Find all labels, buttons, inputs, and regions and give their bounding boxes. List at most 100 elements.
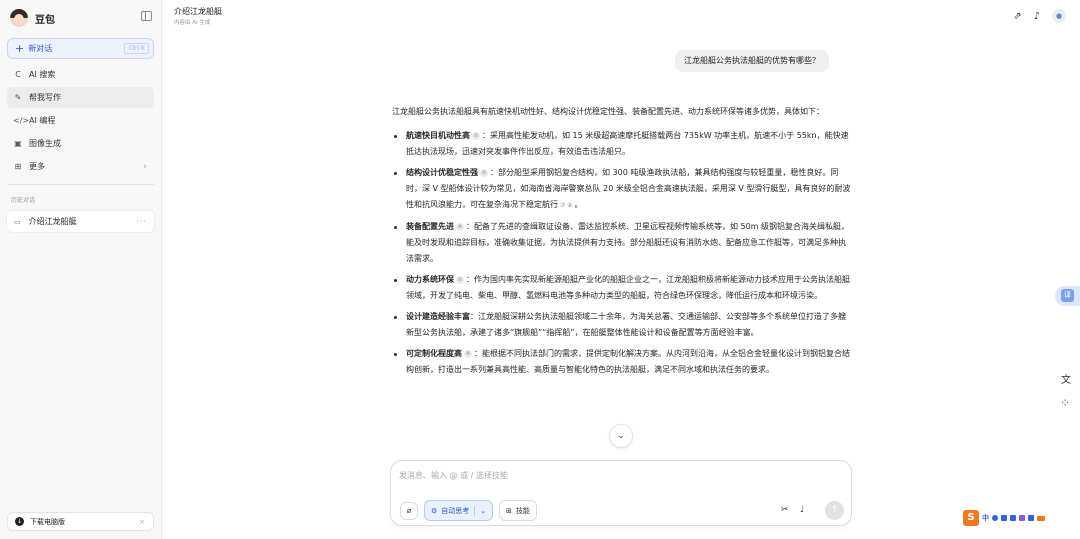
scissors-icon[interactable]: ✂ <box>781 505 789 515</box>
list-item: 可定制化程度高 ⑥ ：能根据不同执法部门的需求，提供定制化解决方案。从内河到沿海，从… <box>392 346 852 378</box>
history-label: 历史对话 <box>11 197 36 204</box>
ime-toolbar[interactable]: S 中 <box>963 509 1079 527</box>
item-text: ：江龙船艇深耕公务执法船艇领域二十余年，为海关总署、交通运输部、公安部等多个系统… <box>406 312 846 337</box>
history-item[interactable]: ▭ 介绍江龙船艇 ··· <box>7 211 154 232</box>
paperclip-icon: ⌀ <box>406 506 412 515</box>
page-title: 介绍江龙船艇 <box>174 7 222 16</box>
code-icon: </> <box>13 116 30 125</box>
list-item: 航速快目机动性高 ① ：采用高性能发动机，如 15 米级超高速摩托艇搭载两台 735… <box>392 128 852 160</box>
chevron-down-icon: ⌄ <box>480 506 487 515</box>
sidebar-item-label: AI 搜索 <box>29 70 56 79</box>
grid-icon: ⊞ <box>14 162 22 171</box>
citation-badge[interactable]: ③ <box>456 276 464 284</box>
separator <box>474 505 476 516</box>
assistant-answer: 江龙船艇公务执法船艇具有航速快机动性好、结构设计优稳定性强、装备配置先进、动力系… <box>392 104 852 383</box>
skills-label: 技能 <box>515 506 530 515</box>
item-tail: 。 <box>574 200 583 209</box>
microphone-icon[interactable]: ♩ <box>800 505 804 515</box>
skin-icon <box>1019 515 1025 521</box>
skills-button[interactable]: ⊞ 技能 <box>499 500 537 521</box>
sidebar-divider <box>7 184 154 185</box>
sidebar-nav: C AI 搜索 ✎ 帮我写作 </> AI 编程 ▣ 图像生成 ⊞ 更多 › <box>7 64 154 179</box>
user-question-bubble: 江龙船艇公务执法船艇的优势有哪些？ <box>675 50 829 72</box>
top-toolbar: ⇗ ♪ ● <box>1013 9 1066 23</box>
sidebar: 豆包 + 新对话 Ctrl K C AI 搜索 ✎ 帮我写作 </> AI 编程… <box>0 0 162 539</box>
sogou-logo-icon: S <box>963 510 979 526</box>
new-chat-label: 新对话 <box>28 44 53 53</box>
item-title: 动力系统环保 <box>406 275 454 284</box>
sidebar-item-label: AI 编程 <box>29 116 56 125</box>
item-title: 装备配置先进 <box>406 222 454 231</box>
auto-think-label: 自动思考 <box>441 506 470 515</box>
citation-badge[interactable]: ① <box>472 132 480 140</box>
attach-button[interactable]: ⌀ <box>400 502 418 520</box>
brand-avatar <box>10 9 28 27</box>
search-icon: C <box>15 70 21 79</box>
chevron-right-icon: › <box>143 161 147 172</box>
answer-list: 航速快目机动性高 ① ：采用高性能发动机，如 15 米级超高速摩托艇搭载两台 735… <box>392 128 852 378</box>
message-composer: 发消息、输入 @ 或 / 选择技能 ⌀ ⚙ 自动思考 ⌄ ⊞ 技能 ✂ ♩ ↑ <box>390 460 852 526</box>
item-text: ：配备了先进的查缉取证设备、雷达监控系统、卫星远程视频传输系统等，如 50m 级… <box>406 222 850 263</box>
scroll-down-button[interactable]: ⌄ <box>609 424 633 448</box>
grid-icon <box>1028 515 1034 521</box>
image-icon: ▣ <box>14 139 22 148</box>
translate-tool-icon[interactable]: 文 <box>1061 371 1071 386</box>
list-item: 设计建造经验丰富：江龙船艇深耕公务执法船艇领域二十余年，为海关总署、交通运输部、… <box>392 309 852 341</box>
close-icon[interactable]: × <box>139 518 145 526</box>
sidebar-item-label: 图像生成 <box>29 139 61 148</box>
brand-name: 豆包 <box>35 14 55 26</box>
send-button[interactable]: ↑ <box>825 501 844 520</box>
keyboard-icon <box>1010 515 1016 521</box>
share-icon[interactable]: ⇗ <box>1013 11 1021 22</box>
user-avatar[interactable]: ● <box>1052 9 1066 23</box>
dots-grid-icon[interactable]: ⁘ <box>1060 396 1070 410</box>
sidebar-collapse-icon[interactable] <box>141 11 152 21</box>
item-text: ：作为国内率先实现新能源船艇产业化的船艇企业之一，江龙船艇积极将新能源动力技术应… <box>406 275 850 300</box>
brain-icon: ⚙ <box>431 506 438 515</box>
new-chat-button[interactable]: + 新对话 Ctrl K <box>7 38 154 59</box>
message-input[interactable]: 发消息、输入 @ 或 / 选择技能 <box>399 470 508 481</box>
mic-icon <box>1001 515 1007 521</box>
arrow-up-icon: ↑ <box>830 505 839 515</box>
punctuation-icon <box>992 515 998 521</box>
translate-float-button[interactable]: 译 <box>1055 286 1080 306</box>
answer-intro: 江龙船艇公务执法船艇具有航速快机动性好、结构设计优稳定性强、装备配置先进、动力系… <box>392 107 824 116</box>
plus-icon: + <box>15 42 25 55</box>
sidebar-item-ai-search[interactable]: C AI 搜索 <box>7 64 154 85</box>
sidebar-item-image-gen[interactable]: ▣ 图像生成 <box>7 133 154 154</box>
chat-icon: ▭ <box>14 217 21 226</box>
grid-icon: ⊞ <box>506 506 512 515</box>
sidebar-item-coding[interactable]: </> AI 编程 <box>7 110 154 131</box>
auto-think-toggle[interactable]: ⚙ 自动思考 ⌄ <box>424 500 494 521</box>
item-title: 设计建造经验丰富 <box>406 312 470 321</box>
translate-icon: 译 <box>1061 289 1074 302</box>
new-chat-shortcut: Ctrl K <box>124 43 149 54</box>
list-item: 结构设计优稳定性强 ② ：部分船型采用钢铝复合结构，如 300 吨级渔政执法船，兼具… <box>392 165 852 214</box>
pen-icon: ✎ <box>14 93 22 102</box>
citation-badge[interactable]: ④ <box>456 223 464 231</box>
download-icon: ↓ <box>15 517 24 526</box>
toolbox-icon <box>1037 515 1045 521</box>
sidebar-item-writing[interactable]: ✎ 帮我写作 <box>7 87 154 108</box>
brand[interactable]: 豆包 <box>10 7 55 29</box>
sidebar-item-label: 帮我写作 <box>29 93 61 102</box>
item-title: 结构设计优稳定性强 <box>406 168 478 177</box>
bell-icon[interactable]: ♪ <box>1034 11 1040 22</box>
download-desktop-button[interactable]: ↓ 下载电脑版 × <box>7 512 154 531</box>
item-title: 航速快目机动性高 <box>406 131 470 140</box>
history-item-label: 介绍江龙船艇 <box>28 217 77 226</box>
more-icon[interactable]: ··· <box>136 217 147 226</box>
download-label: 下载电脑版 <box>30 517 65 526</box>
sidebar-item-more[interactable]: ⊞ 更多 › <box>7 156 154 177</box>
sidebar-item-label: 更多 <box>29 162 45 171</box>
chevron-down-icon: ⌄ <box>617 431 625 441</box>
item-text: ：能根据不同执法部门的需求，提供定制化解决方案。从内河到沿海，从全铝合金轻量化设… <box>406 349 850 374</box>
page-subtitle: 内容由 AI 生成 <box>174 20 211 26</box>
list-item: 装备配置先进 ④ ：配备了先进的查缉取证设备、雷达监控系统、卫星远程视频传输系统等，… <box>392 219 852 267</box>
ime-mode-label: 中 <box>982 514 989 522</box>
citation-badge[interactable]: ② <box>480 169 488 177</box>
citation-badge[interactable]: ⑥ <box>464 350 472 358</box>
citation-badges[interactable]: ⑦ ⑧ <box>560 202 573 209</box>
item-title: 可定制化程度高 <box>406 349 462 358</box>
list-item: 动力系统环保 ③ ：作为国内率先实现新能源船艇产业化的船艇企业之一，江龙船艇积极将新… <box>392 272 852 304</box>
